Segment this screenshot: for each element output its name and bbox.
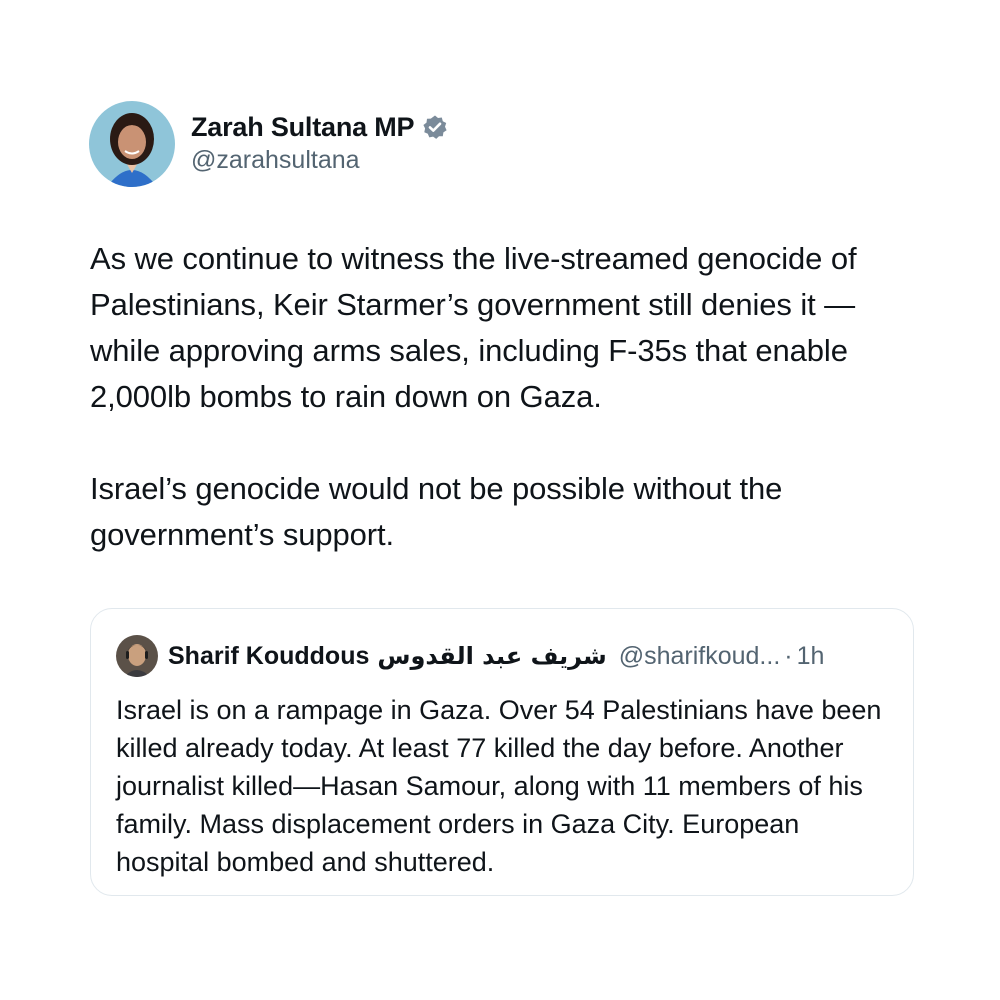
dot-separator: ·: [784, 641, 793, 670]
quoted-author-name[interactable]: Sharif Kouddous: [168, 642, 369, 671]
quoted-tweet-text: Israel is on a rampage in Gaza. Over 54 …: [116, 695, 882, 877]
tweet-text: As we continue to witness the live-strea…: [90, 236, 930, 558]
quoted-author-name-arabic[interactable]: شريف عبد القدوس: [377, 642, 606, 670]
quoted-author-avatar[interactable]: [116, 635, 158, 677]
author-handle[interactable]: @zarahsultana: [191, 146, 360, 175]
quoted-author-handle[interactable]: @sharifkoud...: [619, 642, 781, 671]
tweet-paragraph: Israel’s genocide would not be possible …: [90, 471, 783, 552]
author-name-row: Zarah Sultana MP: [191, 108, 448, 146]
verified-badge-icon: [422, 114, 448, 140]
tweet-paragraph: As we continue to witness the live-strea…: [90, 241, 857, 414]
quoted-tweet-header: Sharif Kouddous شريف عبد القدوس @sharifk…: [116, 634, 824, 678]
quoted-tweet-card[interactable]: Sharif Kouddous شريف عبد القدوس @sharifk…: [90, 608, 914, 896]
author-name[interactable]: Zarah Sultana MP: [191, 112, 415, 143]
quoted-tweet-time[interactable]: 1h: [797, 642, 825, 671]
author-avatar[interactable]: [89, 101, 175, 187]
